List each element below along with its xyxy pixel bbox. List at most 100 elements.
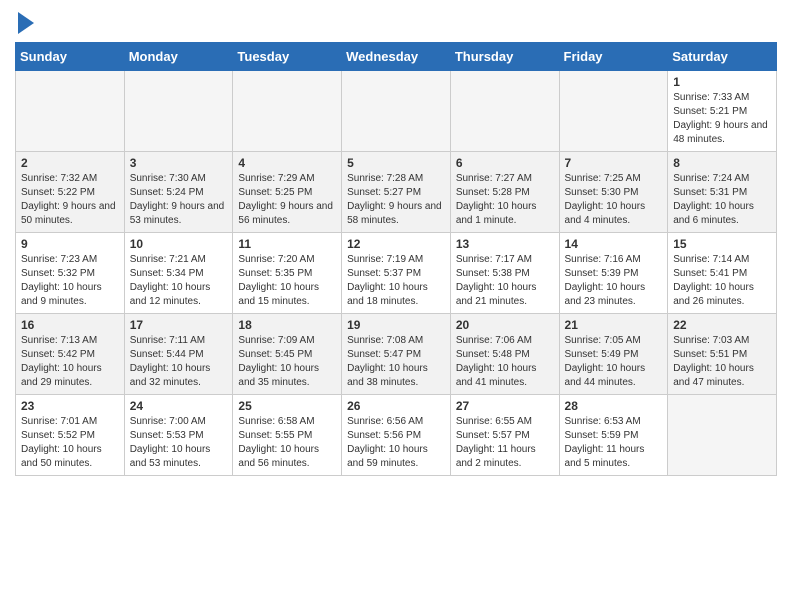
day-number: 7 xyxy=(565,156,663,170)
calendar-week-row: 2 Sunrise: 7:32 AM Sunset: 5:22 PM Daylig… xyxy=(16,152,777,233)
calendar-cell: 16 Sunrise: 7:13 AM Sunset: 5:42 PM Dayli… xyxy=(16,314,125,395)
day-info: Sunrise: 6:53 AM Sunset: 5:59 PM Dayligh… xyxy=(565,415,663,471)
day-number: 28 xyxy=(565,399,663,413)
calendar-cell: 3 Sunrise: 7:30 AM Sunset: 5:24 PM Daylig… xyxy=(124,152,233,233)
calendar-cell: 14 Sunrise: 7:16 AM Sunset: 5:39 PM Dayli… xyxy=(559,233,668,314)
day-info: Sunrise: 7:25 AM Sunset: 5:30 PM Dayligh… xyxy=(565,172,663,228)
day-info: Sunrise: 7:28 AM Sunset: 5:27 PM Dayligh… xyxy=(347,172,445,228)
calendar-cell: 24 Sunrise: 7:00 AM Sunset: 5:53 PM Dayli… xyxy=(124,395,233,476)
page: SundayMondayTuesdayWednesdayThursdayFrid… xyxy=(0,0,792,491)
day-info: Sunrise: 7:16 AM Sunset: 5:39 PM Dayligh… xyxy=(565,253,663,309)
day-number: 20 xyxy=(456,318,554,332)
calendar-cell: 10 Sunrise: 7:21 AM Sunset: 5:34 PM Dayli… xyxy=(124,233,233,314)
day-info: Sunrise: 6:56 AM Sunset: 5:56 PM Dayligh… xyxy=(347,415,445,471)
calendar-cell: 13 Sunrise: 7:17 AM Sunset: 5:38 PM Dayli… xyxy=(450,233,559,314)
day-number: 13 xyxy=(456,237,554,251)
day-info: Sunrise: 7:13 AM Sunset: 5:42 PM Dayligh… xyxy=(21,334,119,390)
day-info: Sunrise: 7:08 AM Sunset: 5:47 PM Dayligh… xyxy=(347,334,445,390)
calendar-week-row: 1 Sunrise: 7:33 AM Sunset: 5:21 PM Daylig… xyxy=(16,71,777,152)
calendar-cell: 7 Sunrise: 7:25 AM Sunset: 5:30 PM Daylig… xyxy=(559,152,668,233)
day-number: 14 xyxy=(565,237,663,251)
calendar-cell: 5 Sunrise: 7:28 AM Sunset: 5:27 PM Daylig… xyxy=(342,152,451,233)
calendar-cell xyxy=(16,71,125,152)
calendar-cell xyxy=(450,71,559,152)
calendar-cell: 28 Sunrise: 6:53 AM Sunset: 5:59 PM Dayli… xyxy=(559,395,668,476)
day-info: Sunrise: 7:06 AM Sunset: 5:48 PM Dayligh… xyxy=(456,334,554,390)
calendar-table: SundayMondayTuesdayWednesdayThursdayFrid… xyxy=(15,42,777,476)
day-of-week-header: Tuesday xyxy=(233,43,342,71)
day-number: 2 xyxy=(21,156,119,170)
day-info: Sunrise: 7:05 AM Sunset: 5:49 PM Dayligh… xyxy=(565,334,663,390)
calendar-cell: 4 Sunrise: 7:29 AM Sunset: 5:25 PM Daylig… xyxy=(233,152,342,233)
day-number: 5 xyxy=(347,156,445,170)
day-info: Sunrise: 7:09 AM Sunset: 5:45 PM Dayligh… xyxy=(238,334,336,390)
day-info: Sunrise: 6:58 AM Sunset: 5:55 PM Dayligh… xyxy=(238,415,336,471)
calendar-cell xyxy=(124,71,233,152)
day-number: 10 xyxy=(130,237,228,251)
calendar-week-row: 9Sunrise: 7:23 AM Sunset: 5:32 PM Daylig… xyxy=(16,233,777,314)
day-info: Sunrise: 7:01 AM Sunset: 5:52 PM Dayligh… xyxy=(21,415,119,471)
day-number: 16 xyxy=(21,318,119,332)
day-info: Sunrise: 7:11 AM Sunset: 5:44 PM Dayligh… xyxy=(130,334,228,390)
day-info: Sunrise: 7:00 AM Sunset: 5:53 PM Dayligh… xyxy=(130,415,228,471)
day-info: Sunrise: 7:17 AM Sunset: 5:38 PM Dayligh… xyxy=(456,253,554,309)
day-info: Sunrise: 7:23 AM Sunset: 5:32 PM Dayligh… xyxy=(21,253,119,309)
day-of-week-header: Wednesday xyxy=(342,43,451,71)
day-info: Sunrise: 6:55 AM Sunset: 5:57 PM Dayligh… xyxy=(456,415,554,471)
calendar-cell: 26 Sunrise: 6:56 AM Sunset: 5:56 PM Dayli… xyxy=(342,395,451,476)
calendar-cell: 25Sunrise: 6:58 AM Sunset: 5:55 PM Dayli… xyxy=(233,395,342,476)
day-info: Sunrise: 7:20 AM Sunset: 5:35 PM Dayligh… xyxy=(238,253,336,309)
calendar-cell: 21 Sunrise: 7:05 AM Sunset: 5:49 PM Dayli… xyxy=(559,314,668,395)
day-info: Sunrise: 7:24 AM Sunset: 5:31 PM Dayligh… xyxy=(673,172,771,228)
day-number: 1 xyxy=(673,75,771,89)
day-info: Sunrise: 7:30 AM Sunset: 5:24 PM Dayligh… xyxy=(130,172,228,228)
day-of-week-header: Saturday xyxy=(668,43,777,71)
day-info: Sunrise: 7:27 AM Sunset: 5:28 PM Dayligh… xyxy=(456,172,554,228)
day-number: 8 xyxy=(673,156,771,170)
calendar-cell: 9Sunrise: 7:23 AM Sunset: 5:32 PM Daylig… xyxy=(16,233,125,314)
day-number: 19 xyxy=(347,318,445,332)
day-info: Sunrise: 7:32 AM Sunset: 5:22 PM Dayligh… xyxy=(21,172,119,228)
day-number: 18 xyxy=(238,318,336,332)
calendar-cell: 23 Sunrise: 7:01 AM Sunset: 5:52 PM Dayli… xyxy=(16,395,125,476)
day-number: 11 xyxy=(238,237,336,251)
calendar-week-row: 23 Sunrise: 7:01 AM Sunset: 5:52 PM Dayli… xyxy=(16,395,777,476)
day-info: Sunrise: 7:19 AM Sunset: 5:37 PM Dayligh… xyxy=(347,253,445,309)
day-of-week-header: Monday xyxy=(124,43,233,71)
calendar-cell: 11 Sunrise: 7:20 AM Sunset: 5:35 PM Dayli… xyxy=(233,233,342,314)
calendar-cell: 20 Sunrise: 7:06 AM Sunset: 5:48 PM Dayli… xyxy=(450,314,559,395)
calendar-cell: 22 Sunrise: 7:03 AM Sunset: 5:51 PM Dayli… xyxy=(668,314,777,395)
day-number: 24 xyxy=(130,399,228,413)
day-info: Sunrise: 7:33 AM Sunset: 5:21 PM Dayligh… xyxy=(673,91,771,147)
day-of-week-header: Friday xyxy=(559,43,668,71)
day-info: Sunrise: 7:29 AM Sunset: 5:25 PM Dayligh… xyxy=(238,172,336,228)
day-number: 17 xyxy=(130,318,228,332)
calendar-cell xyxy=(233,71,342,152)
calendar-cell: 15 Sunrise: 7:14 AM Sunset: 5:41 PM Dayli… xyxy=(668,233,777,314)
header xyxy=(15,10,777,34)
logo xyxy=(15,10,34,34)
calendar-header-row: SundayMondayTuesdayWednesdayThursdayFrid… xyxy=(16,43,777,71)
calendar-cell: 12Sunrise: 7:19 AM Sunset: 5:37 PM Dayli… xyxy=(342,233,451,314)
calendar-cell: 8 Sunrise: 7:24 AM Sunset: 5:31 PM Daylig… xyxy=(668,152,777,233)
calendar-cell: 19 Sunrise: 7:08 AM Sunset: 5:47 PM Dayli… xyxy=(342,314,451,395)
day-number: 27 xyxy=(456,399,554,413)
day-info: Sunrise: 7:14 AM Sunset: 5:41 PM Dayligh… xyxy=(673,253,771,309)
day-number: 26 xyxy=(347,399,445,413)
day-number: 22 xyxy=(673,318,771,332)
day-of-week-header: Sunday xyxy=(16,43,125,71)
calendar-cell: 17 Sunrise: 7:11 AM Sunset: 5:44 PM Dayli… xyxy=(124,314,233,395)
calendar-cell xyxy=(559,71,668,152)
calendar-week-row: 16 Sunrise: 7:13 AM Sunset: 5:42 PM Dayli… xyxy=(16,314,777,395)
calendar-cell: 2 Sunrise: 7:32 AM Sunset: 5:22 PM Daylig… xyxy=(16,152,125,233)
day-number: 6 xyxy=(456,156,554,170)
day-number: 15 xyxy=(673,237,771,251)
day-info: Sunrise: 7:03 AM Sunset: 5:51 PM Dayligh… xyxy=(673,334,771,390)
day-number: 23 xyxy=(21,399,119,413)
day-info: Sunrise: 7:21 AM Sunset: 5:34 PM Dayligh… xyxy=(130,253,228,309)
calendar-cell: 18 Sunrise: 7:09 AM Sunset: 5:45 PM Dayli… xyxy=(233,314,342,395)
day-number: 21 xyxy=(565,318,663,332)
logo-arrow-icon xyxy=(18,12,34,34)
day-number: 3 xyxy=(130,156,228,170)
day-number: 4 xyxy=(238,156,336,170)
